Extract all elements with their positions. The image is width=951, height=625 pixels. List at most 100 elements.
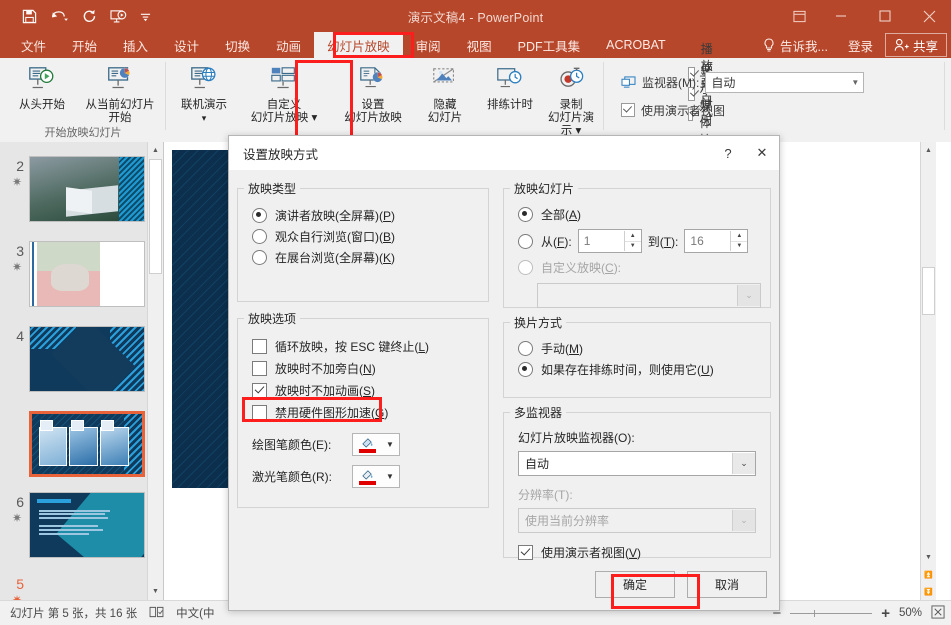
zoom-in-button[interactable]: +	[881, 605, 890, 622]
thumbnail-scroll-thumb[interactable]	[149, 159, 162, 274]
ok-button[interactable]: 确定	[595, 571, 675, 598]
slide-range-to-spinner[interactable]: ▲▼	[730, 231, 747, 251]
minimize-icon[interactable]	[819, 0, 863, 32]
resolution-combo[interactable]: 使用当前分辨率 ⌄	[518, 508, 756, 533]
spinner-up-icon-2[interactable]: ▲	[731, 231, 747, 242]
radio-browsed-window[interactable]: 观众自行浏览(窗口)(B)	[252, 226, 488, 247]
slide-scroll-thumb[interactable]	[922, 267, 935, 315]
tab-acrobat[interactable]: ACROBAT	[593, 32, 679, 58]
check-no-narration-box[interactable]	[252, 361, 267, 376]
language-indicator[interactable]: 中文(中	[176, 605, 214, 621]
dialog-close-icon[interactable]: ✕	[745, 136, 779, 170]
tell-me-search[interactable]: 告诉我...	[755, 36, 836, 55]
next-slide-button[interactable]: ⏬	[921, 583, 936, 600]
tab-design[interactable]: 设计	[161, 32, 212, 58]
cancel-button[interactable]: 取消	[687, 571, 767, 598]
slide-thumbnail-3[interactable]	[29, 241, 145, 307]
radio-browsed-window-dot[interactable]	[252, 229, 267, 244]
thumbnail-scroll-up-button[interactable]: ▲	[148, 142, 163, 159]
tab-home[interactable]: 开始	[59, 32, 110, 58]
check-no-animation-box[interactable]	[252, 383, 267, 398]
present-online-button[interactable]: 联机演示▾	[171, 58, 237, 125]
radio-custom-show[interactable]: 自定义放映(C):	[518, 257, 770, 278]
thumbnail-scroll-down-button[interactable]: ▼	[148, 583, 163, 600]
check-no-animation[interactable]: 放映时不加动画(S)	[252, 379, 488, 401]
radio-slide-range[interactable]: 从(F):	[518, 230, 572, 252]
radio-all-slides[interactable]: 全部(A)	[518, 204, 770, 225]
spinner-up-icon[interactable]: ▲	[625, 231, 641, 242]
thumbnail-scrollbar[interactable]: ▲ ▼	[147, 142, 163, 600]
check-use-presenter-view-box[interactable]	[518, 545, 533, 560]
slide-scroll-down-button[interactable]: ▼	[921, 549, 936, 566]
laser-color-chevron-down-icon[interactable]: ▼	[381, 472, 399, 481]
monitor-combo[interactable]: 自动 ▼	[705, 72, 864, 93]
from-beginning-button[interactable]: 从头开始	[6, 58, 78, 112]
pen-color-chevron-down-icon[interactable]: ▼	[381, 440, 399, 449]
slide-scroll-up-button[interactable]: ▲	[921, 142, 936, 159]
slide-scrollbar[interactable]: ▲ ▼ ⏫ ⏬	[920, 142, 936, 600]
use-presenter-view-checkbox[interactable]	[621, 103, 635, 117]
tab-pdf-toolkit[interactable]: PDF工具集	[505, 32, 594, 58]
rehearse-timings-button[interactable]: 排练计时	[478, 58, 542, 112]
radio-presenter-fullscreen[interactable]: 演讲者放映(全屏幕)(P)	[252, 205, 488, 226]
slide-range-to-value[interactable]: 16	[685, 234, 730, 248]
custom-show-combo[interactable]: ⌄	[537, 283, 761, 308]
custom-show-chevron-down-icon[interactable]: ⌄	[737, 285, 760, 306]
spinner-down-icon-2[interactable]: ▼	[731, 242, 747, 252]
slide-thumbnail-4[interactable]	[29, 326, 145, 392]
zoom-level[interactable]: 50%	[899, 607, 922, 619]
share-button[interactable]: 共享	[885, 33, 947, 57]
slide-range-from-spinner[interactable]: ▲▼	[624, 231, 641, 251]
zoom-slider-track[interactable]	[790, 613, 872, 614]
pen-color-button[interactable]: ▼	[352, 433, 400, 456]
zoom-slider-handle[interactable]	[814, 610, 815, 617]
radio-custom-show-dot[interactable]	[518, 260, 533, 275]
previous-slide-button[interactable]: ⏫	[921, 566, 936, 583]
tab-insert[interactable]: 插入	[110, 32, 161, 58]
radio-kiosk-fullscreen-dot[interactable]	[252, 250, 267, 265]
tab-view[interactable]: 视图	[454, 32, 505, 58]
custom-slideshow-button[interactable]: 自定义幻灯片放映 ▾	[241, 58, 327, 125]
close-icon[interactable]	[907, 0, 951, 32]
check-no-narration[interactable]: 放映时不加旁白(N)	[252, 357, 488, 379]
tab-review[interactable]: 审阅	[403, 32, 454, 58]
tab-animations[interactable]: 动画	[263, 32, 314, 58]
spinner-down-icon[interactable]: ▼	[625, 242, 641, 252]
check-disable-hw-accel-box[interactable]	[252, 405, 267, 420]
tab-transitions[interactable]: 切换	[212, 32, 263, 58]
slideshow-monitor-combo[interactable]: 自动 ⌄	[518, 451, 756, 476]
sign-in-button[interactable]: 登录	[838, 36, 883, 55]
check-disable-hw-accel[interactable]: 禁用硬件图形加速(G)	[252, 401, 488, 423]
record-slideshow-button[interactable]: 录制幻灯片演示 ▾	[543, 58, 599, 138]
set-up-slideshow-button[interactable]: 设置幻灯片放映	[333, 58, 413, 125]
slideshow-monitor-chevron-down-icon[interactable]: ⌄	[732, 453, 755, 474]
slide-counter[interactable]: 幻灯片 第 5 张，共 16 张	[10, 605, 137, 621]
maximize-icon[interactable]	[863, 0, 907, 32]
check-use-presenter-view[interactable]: 使用演示者视图(V)	[518, 541, 770, 563]
radio-advance-timings[interactable]: 如果存在排练时间，则使用它(U)	[518, 359, 770, 380]
slide-range-to-input[interactable]: 16 ▲▼	[684, 229, 748, 253]
slide-range-from-input[interactable]: 1 ▲▼	[578, 229, 642, 253]
spellcheck-icon[interactable]	[149, 606, 164, 621]
slide-range-from-value[interactable]: 1	[579, 234, 624, 248]
check-loop-until-esc-box[interactable]	[252, 339, 267, 354]
use-presenter-view-check[interactable]: 使用演示者视图	[621, 100, 725, 120]
slide-thumbnail-6[interactable]	[29, 492, 145, 558]
tab-slideshow[interactable]: 幻灯片放映	[314, 32, 403, 58]
hide-slide-button[interactable]: 隐藏幻灯片	[416, 58, 474, 125]
check-loop-until-esc[interactable]: 循环放映，按 ESC 键终止(L)	[252, 335, 488, 357]
help-icon[interactable]: ?	[711, 136, 745, 170]
laser-color-button[interactable]: ▼	[352, 465, 400, 488]
radio-presenter-fullscreen-dot[interactable]	[252, 208, 267, 223]
radio-all-slides-dot[interactable]	[518, 207, 533, 222]
slide-thumbnail-2[interactable]	[29, 156, 145, 222]
tab-file[interactable]: 文件	[8, 32, 59, 58]
radio-slide-range-dot[interactable]	[518, 234, 533, 249]
from-current-slide-button[interactable]: 从当前幻灯片开始	[80, 58, 160, 125]
fit-slide-icon[interactable]	[931, 605, 945, 622]
radio-kiosk-fullscreen[interactable]: 在展台浏览(全屏幕)(K)	[252, 247, 488, 268]
ribbon-display-options-icon[interactable]	[779, 0, 819, 32]
resolution-chevron-down-icon[interactable]: ⌄	[732, 510, 755, 531]
radio-advance-manual[interactable]: 手动(M)	[518, 338, 770, 359]
radio-advance-timings-dot[interactable]	[518, 362, 533, 377]
